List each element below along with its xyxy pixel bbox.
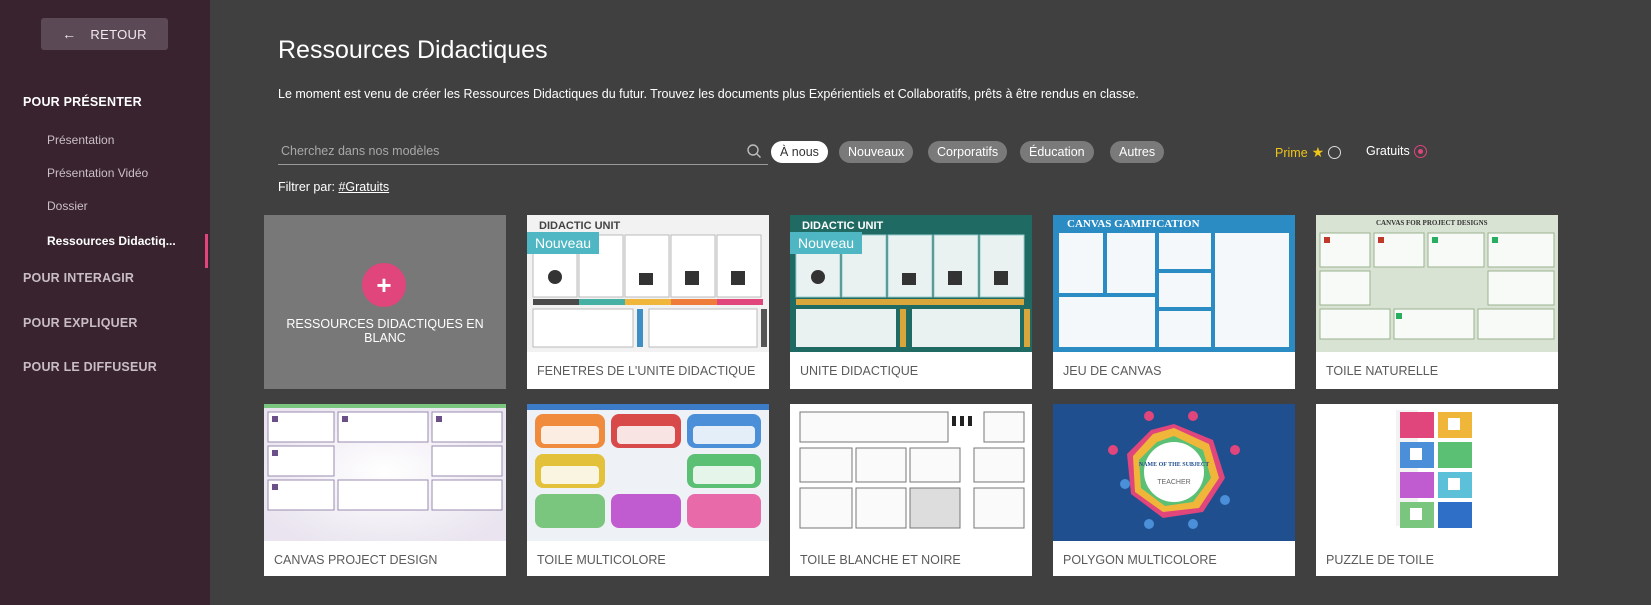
back-button-label: RETOUR	[90, 26, 147, 42]
search-input[interactable]	[278, 139, 738, 163]
thumb-title: CANVAS FOR PROJECT DESIGNS	[1376, 219, 1488, 227]
template-thumbnail	[264, 404, 506, 541]
sidebar-item-presentation-video[interactable]: Présentation Vidéo	[47, 166, 148, 180]
template-card[interactable]: TOILE MULTICOLORE	[527, 404, 769, 576]
blank-resource-label: RESSOURCES DIDACTIQUES EN BLANC	[286, 317, 484, 345]
template-thumbnail: CANVAS GAMIFICATION	[1053, 215, 1295, 352]
template-card[interactable]: CANVAS PROJECT DESIGN	[264, 404, 506, 576]
template-thumbnail	[527, 404, 769, 541]
template-card[interactable]: TOILE BLANCHE ET NOIRE	[790, 404, 1032, 576]
template-label: JEU DE CANVAS	[1063, 364, 1162, 378]
template-label: PUZZLE DE TOILE	[1326, 553, 1434, 567]
template-label: CANVAS PROJECT DESIGN	[274, 553, 438, 567]
sidebar-section-interagir[interactable]: POUR INTERAGIR	[23, 271, 134, 285]
new-badge: Nouveau	[790, 232, 863, 254]
plus-icon[interactable]: +	[362, 263, 406, 307]
search-icon[interactable]	[746, 143, 762, 159]
thumb-title: CANVAS GAMIFICATION	[1067, 218, 1200, 230]
template-card[interactable]: CANVAS GAMIFICATION JEU DE CANVAS	[1053, 215, 1295, 389]
blank-resource-card[interactable]: + RESSOURCES DIDACTIQUES EN BLANC	[264, 215, 506, 389]
thumb-title: DIDACTIC UNIT	[539, 220, 621, 232]
chip-corporatifs[interactable]: Corporatifs	[928, 141, 1008, 163]
active-indicator	[205, 234, 208, 268]
page-description: Le moment est venu de créer les Ressourc…	[278, 87, 1139, 101]
thumb-center-teacher: TEACHER	[1157, 479, 1190, 486]
filter-tag-link[interactable]: #Gratuits	[338, 180, 389, 194]
sidebar-section-diffuseur[interactable]: POUR LE DIFFUSEUR	[23, 360, 157, 374]
template-label: UNITE DIDACTIQUE	[800, 364, 919, 378]
template-card[interactable]: CANVAS FOR PROJECT DESIGNS TOILE NATUREL…	[1316, 215, 1558, 389]
sidebar-section-presenter[interactable]: POUR PRÉSENTER	[23, 95, 142, 109]
toggle-prime-label: Prime	[1275, 145, 1308, 160]
toggle-prime[interactable]: Prime ★	[1275, 144, 1342, 161]
search-bar	[278, 139, 768, 165]
chip-a-nous[interactable]: À nous	[771, 141, 828, 163]
template-thumbnail: NAME OF THE SUBJECT TEACHER	[1053, 404, 1295, 541]
new-badge: Nouveau	[527, 232, 600, 254]
back-button[interactable]: ← RETOUR	[41, 18, 168, 50]
gratuits-radio[interactable]	[1413, 144, 1427, 158]
thumb-center-title: NAME OF THE SUBJECT	[1139, 462, 1210, 468]
chip-nouveaux[interactable]: Nouveaux	[839, 141, 914, 163]
sidebar: ← RETOUR POUR PRÉSENTER Présentation Pré…	[0, 0, 210, 605]
thumb-title: DIDACTIC UNIT	[802, 220, 884, 232]
filter-line: Filtrer par: #Gratuits	[278, 180, 389, 194]
sidebar-item-ressources-didactiques[interactable]: Ressources Didactiq...	[47, 234, 176, 248]
toggle-gratuits[interactable]: Gratuits	[1366, 144, 1427, 158]
chip-autres[interactable]: Autres	[1110, 141, 1165, 163]
template-label: TOILE NATURELLE	[1326, 364, 1439, 378]
toggle-gratuits-label: Gratuits	[1366, 144, 1410, 158]
sidebar-section-expliquer[interactable]: POUR EXPLIQUER	[23, 316, 138, 330]
template-thumbnail	[790, 404, 1032, 541]
template-thumbnail	[1316, 404, 1558, 541]
template-card[interactable]: NAME OF THE SUBJECT TEACHER POLYGON MULT…	[1053, 404, 1295, 576]
template-label: TOILE MULTICOLORE	[537, 553, 666, 567]
star-icon: ★	[1311, 144, 1325, 160]
template-label: FENETRES DE L'UNITE DIDACTIQUE	[537, 364, 756, 378]
template-thumbnail: CANVAS FOR PROJECT DESIGNS	[1316, 215, 1558, 352]
page-title: Ressources Didactiques	[278, 36, 548, 64]
sidebar-item-dossier[interactable]: Dossier	[47, 199, 88, 213]
sidebar-item-presentation[interactable]: Présentation	[47, 133, 114, 147]
filter-prefix: Filtrer par:	[278, 180, 335, 194]
template-card[interactable]: DIDACTIC UNIT Nouveau UNITE DIDACTIQUE	[790, 215, 1032, 389]
template-label: POLYGON MULTICOLORE	[1063, 553, 1217, 567]
template-card[interactable]: DIDACTIC UNIT Nouveau FENETRES DE L'UNIT…	[527, 215, 769, 389]
template-label: TOILE BLANCHE ET NOIRE	[800, 553, 961, 567]
template-card[interactable]: PUZZLE DE TOILE	[1316, 404, 1558, 576]
prime-radio[interactable]	[1328, 146, 1342, 159]
arrow-left-icon: ←	[62, 26, 77, 42]
chip-education[interactable]: Éducation	[1020, 141, 1094, 163]
